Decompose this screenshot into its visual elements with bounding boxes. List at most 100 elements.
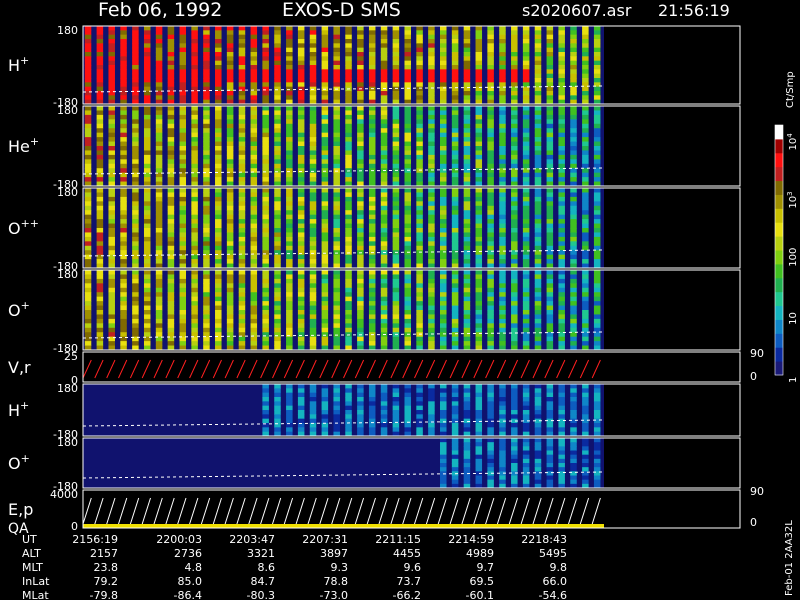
spectrogram-cell	[286, 214, 293, 220]
spectrogram-cell	[558, 341, 565, 347]
spectrogram-cell	[321, 223, 329, 229]
spectrogram-cell	[558, 110, 565, 116]
spectrogram-cell	[428, 384, 435, 389]
spectrogram-cell	[499, 141, 506, 147]
spectrogram-cell	[108, 123, 115, 129]
spectrogram-cell	[309, 69, 317, 75]
spectrogram-cell	[345, 232, 352, 238]
spectrogram-cell	[380, 388, 388, 394]
spectrogram-cell	[226, 43, 234, 49]
spectrogram-cell	[286, 188, 293, 193]
spectrogram-cell	[262, 154, 269, 160]
spectrogram-cell	[167, 106, 175, 111]
spectrogram-cell	[451, 467, 459, 472]
spectrogram-cell	[416, 427, 423, 433]
spectrogram-cell	[511, 177, 518, 183]
spectrogram-cell	[155, 341, 163, 347]
spectrogram-cell	[546, 241, 554, 247]
spectrogram-cell	[321, 82, 329, 88]
spectrogram-cell	[238, 34, 246, 40]
spectrogram-cell	[404, 388, 411, 394]
spectrogram-cell	[546, 405, 554, 411]
spectrogram-cell	[167, 150, 175, 156]
spectrogram-cell	[392, 34, 400, 40]
spectrogram-cell	[487, 446, 494, 451]
spectrogram-cell	[191, 236, 198, 242]
spectrogram-cell	[522, 106, 530, 111]
spectrogram-cell	[203, 314, 210, 320]
spectrogram-cell	[333, 82, 340, 88]
spectrogram-cell	[463, 163, 471, 169]
spectrogram-cell	[404, 39, 411, 44]
spectrogram-cell	[368, 236, 376, 242]
spectrogram-cell	[582, 241, 589, 247]
spectrogram-cell	[262, 318, 269, 324]
spectrogram-cell	[487, 323, 494, 329]
spectrogram-cell	[487, 278, 494, 284]
spectrogram-cell	[321, 128, 329, 134]
spectrogram-cell	[120, 159, 127, 165]
spectrogram-cell	[167, 128, 175, 134]
spectrogram-cell	[475, 146, 483, 151]
spectrogram-cell	[238, 278, 246, 284]
footer-value: -60.1	[466, 589, 494, 600]
spectrogram-cell	[96, 250, 104, 256]
spectrogram-cell	[357, 128, 364, 134]
spectrogram-cell	[534, 69, 542, 75]
spectrogram-cell	[345, 241, 352, 247]
spectrogram-cell	[440, 110, 447, 116]
spectrogram-cell	[451, 128, 459, 134]
spectrogram-cell	[262, 388, 269, 394]
spectrogram-cell	[499, 214, 506, 220]
spectrogram-cell	[345, 405, 352, 411]
spectrogram-cell	[215, 91, 222, 96]
spectrogram-cell	[309, 318, 317, 324]
spectrogram-cell	[451, 401, 459, 407]
spectrogram-cell	[262, 223, 269, 229]
spectrogram-cell	[143, 168, 151, 174]
spectrogram-cell	[570, 110, 577, 116]
spectrogram-cell	[250, 159, 258, 165]
spectrogram-cell	[534, 154, 542, 160]
spectrogram-cell	[203, 95, 210, 101]
spectrogram-cell	[582, 177, 589, 183]
spectrogram-cell	[179, 283, 187, 289]
spectrogram-cell	[120, 188, 127, 193]
spectrogram-cell	[333, 47, 340, 53]
spectrogram-cell	[546, 427, 554, 433]
spectrogram-cell	[274, 236, 281, 242]
spectrogram-cell	[511, 82, 518, 88]
spectrogram-cell	[463, 296, 471, 302]
spectrogram-cell	[392, 192, 400, 198]
spectrogram-cell	[120, 205, 127, 211]
spectrogram-cell	[428, 172, 435, 178]
spectrogram-cell	[546, 159, 554, 165]
spectrogram-cell	[203, 56, 210, 62]
spectrogram-cell	[511, 39, 518, 44]
spectrogram-cell	[297, 292, 305, 298]
panel-o2: O+180-180	[8, 436, 741, 493]
spectrogram-cell	[416, 201, 423, 207]
spectrogram-cell	[132, 223, 139, 229]
spectrogram-cell	[451, 106, 459, 111]
spectrogram-cell	[179, 219, 187, 225]
spectrogram-cell	[333, 323, 340, 329]
axis-tick-top: 180	[57, 382, 78, 395]
spectrogram-cell	[487, 241, 494, 247]
spectrogram-cell	[582, 201, 589, 207]
spectrogram-cell	[96, 323, 104, 329]
spectrogram-cell	[108, 60, 115, 66]
spectrogram-cell	[570, 479, 577, 485]
spectrogram-cell	[404, 123, 411, 129]
spectrogram-cell	[321, 172, 329, 178]
spectrogram-cell	[380, 159, 388, 165]
spectrogram-cell	[416, 270, 423, 275]
spectrogram-cell	[203, 106, 210, 111]
spectrogram-cell	[286, 60, 293, 66]
spectrogram-cell	[380, 384, 388, 389]
spectrogram-cell	[345, 188, 352, 193]
spectrogram-cell	[392, 259, 400, 265]
spectrogram-cell	[428, 86, 435, 92]
spectrogram-cell	[451, 214, 459, 220]
spectrogram-cell	[96, 270, 104, 275]
